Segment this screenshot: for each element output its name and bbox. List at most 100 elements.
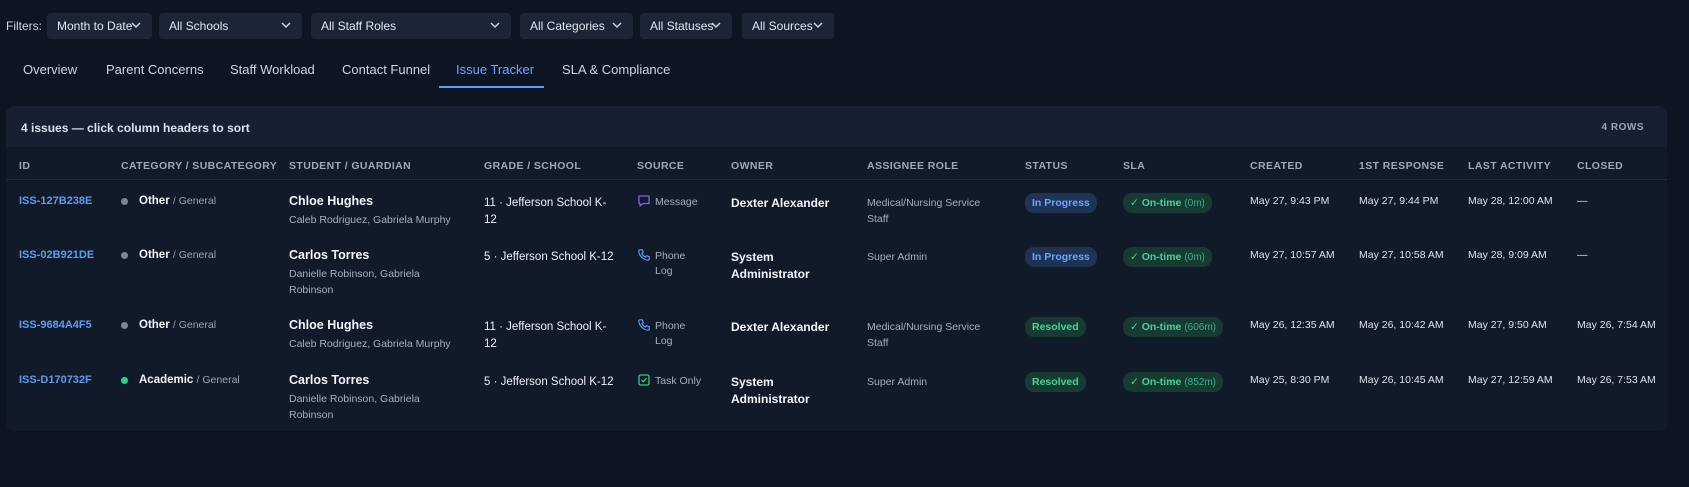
status-badge: Resolved xyxy=(1025,372,1086,392)
issue-id-link[interactable]: ISS-127B238E xyxy=(19,195,92,207)
grade-school: 11 · Jefferson School K-12 xyxy=(484,321,607,350)
guardian-names: Danielle Robinson, Gabriela Robinson xyxy=(289,393,420,421)
column-header-created[interactable]: CREATED xyxy=(1250,160,1303,172)
student-name: Chloe Hughes xyxy=(289,318,374,332)
guardian-names: Caleb Rodriguez, Gabriela Murphy xyxy=(289,338,451,350)
source-label: Task Only xyxy=(655,375,702,387)
student-name: Chloe Hughes xyxy=(289,194,374,208)
student-cell: Chloe Hughes Caleb Rodriguez, Gabriela M… xyxy=(289,194,474,228)
status-select[interactable]: All Statuses xyxy=(640,13,732,39)
subcategory-name: / General xyxy=(172,249,217,261)
closed-date: May 26, 7:53 AM xyxy=(1577,374,1656,386)
sla-cell: ✓ On-time (0m) xyxy=(1123,247,1212,267)
status-cell: Resolved xyxy=(1025,372,1086,392)
student-cell: Carlos Torres Danielle Robinson, Gabriel… xyxy=(289,248,439,298)
chevron-down-icon xyxy=(131,22,141,29)
tab-sla-compliance[interactable]: SLA & Compliance xyxy=(562,62,670,77)
column-header-grade[interactable]: GRADE / SCHOOL xyxy=(484,160,581,172)
student-cell: Carlos Torres Danielle Robinson, Gabriel… xyxy=(289,373,439,423)
status-cell: Resolved xyxy=(1025,317,1086,337)
first-response-date: May 27, 9:44 PM xyxy=(1359,195,1439,207)
subcategory-name: / General xyxy=(172,195,217,207)
sla-time: (0m) xyxy=(1184,252,1205,263)
sla-status: ✓ On-time xyxy=(1130,197,1182,209)
issues-panel: 4 issues — click column headers to sort … xyxy=(6,106,1667,431)
tab-overview[interactable]: Overview xyxy=(23,62,77,77)
closed-date: — xyxy=(1577,249,1588,261)
closed-date: May 26, 7:54 AM xyxy=(1577,319,1656,331)
issue-id-link[interactable]: ISS-9684A4F5 xyxy=(19,319,92,331)
subcategory-name: / General xyxy=(172,319,217,331)
column-header-owner[interactable]: OWNER xyxy=(731,160,773,172)
column-header-student[interactable]: STUDENT / GUARDIAN xyxy=(289,160,411,172)
source-select[interactable]: All Sources xyxy=(742,13,834,39)
first-response-date: May 26, 10:45 AM xyxy=(1359,374,1444,386)
column-header-source[interactable]: SOURCE xyxy=(637,160,684,172)
chevron-down-icon xyxy=(711,22,721,29)
tab-staff-workload[interactable]: Staff Workload xyxy=(230,62,315,77)
category-cell: Other / General xyxy=(121,319,281,333)
grade-school: 5 · Jefferson School K-12 xyxy=(484,376,614,388)
source-cell: Phone Log xyxy=(637,249,717,279)
sla-time: (852m) xyxy=(1184,377,1216,388)
column-header-assignee-role[interactable]: ASSIGNEE ROLE xyxy=(867,160,959,172)
created-date: May 27, 10:57 AM xyxy=(1250,249,1335,261)
category-cell: Other / General xyxy=(121,195,281,209)
panel-title: 4 issues — click column headers to sort xyxy=(21,121,250,135)
chevron-down-icon xyxy=(490,22,500,29)
category-name: Other xyxy=(139,319,170,331)
category-dot xyxy=(121,377,128,384)
column-header-closed[interactable]: CLOSED xyxy=(1577,160,1623,172)
sla-cell: ✓ On-time (0m) xyxy=(1123,193,1212,213)
column-header-id[interactable]: ID xyxy=(19,160,30,172)
staff-role-select[interactable]: All Staff Roles xyxy=(311,13,511,39)
guardian-names: Caleb Rodriguez, Gabriela Murphy xyxy=(289,214,451,226)
source-cell: Message xyxy=(637,195,717,225)
column-header-category[interactable]: CATEGORY / SUBCATEGORY xyxy=(121,160,277,172)
source-label: Phone Log xyxy=(655,320,686,347)
staff-role-value: All Staff Roles xyxy=(321,19,397,33)
filters-bar: Filters: Month to Date All Schools All S… xyxy=(0,13,1689,39)
category-select[interactable]: All Categories xyxy=(520,13,633,39)
date-range-select[interactable]: Month to Date xyxy=(47,13,152,39)
sla-badge: ✓ On-time (0m) xyxy=(1123,247,1212,267)
issue-id-link[interactable]: ISS-D170732F xyxy=(19,374,92,386)
last-activity-date: May 28, 12:00 AM xyxy=(1468,195,1553,207)
guardian-names: Danielle Robinson, Gabriela Robinson xyxy=(289,268,420,296)
header-divider xyxy=(6,179,1667,180)
column-header-first-response[interactable]: 1ST RESPONSE xyxy=(1359,160,1444,172)
date-range-value: Month to Date xyxy=(57,19,133,33)
last-activity-date: May 27, 12:59 AM xyxy=(1468,374,1553,386)
category-dot xyxy=(121,252,128,259)
assignee-role: Super Admin xyxy=(867,376,928,388)
source-cell: Phone Log xyxy=(637,319,717,349)
closed-date: — xyxy=(1577,195,1588,207)
column-header-status[interactable]: STATUS xyxy=(1025,160,1068,172)
phone-icon xyxy=(638,249,650,261)
column-header-sla[interactable]: SLA xyxy=(1123,160,1145,172)
issue-id-link[interactable]: ISS-02B921DE xyxy=(19,249,94,261)
created-date: May 25, 8:30 PM xyxy=(1250,374,1330,386)
status-cell: In Progress xyxy=(1025,247,1097,267)
first-response-date: May 26, 10:42 AM xyxy=(1359,319,1444,331)
sla-cell: ✓ On-time (606m) xyxy=(1123,317,1223,337)
sla-badge: ✓ On-time (606m) xyxy=(1123,317,1223,337)
subcategory-name: / General xyxy=(196,374,240,386)
tab-parent-concerns[interactable]: Parent Concerns xyxy=(106,62,204,77)
column-header-last-activity[interactable]: LAST ACTIVITY xyxy=(1468,160,1551,172)
school-select[interactable]: All Schools xyxy=(159,13,302,39)
student-name: Carlos Torres xyxy=(289,373,370,387)
tab-contact-funnel[interactable]: Contact Funnel xyxy=(342,62,430,77)
panel-header: 4 issues — click column headers to sort … xyxy=(6,106,1667,147)
filters-label: Filters: xyxy=(6,19,42,33)
status-badge: Resolved xyxy=(1025,317,1086,337)
source-label: Phone Log xyxy=(655,250,686,277)
created-date: May 27, 9:43 PM xyxy=(1250,195,1330,207)
sla-badge: ✓ On-time (0m) xyxy=(1123,193,1212,213)
sla-time: (0m) xyxy=(1184,198,1205,209)
sla-status: ✓ On-time xyxy=(1130,251,1182,263)
tab-issue-tracker[interactable]: Issue Tracker xyxy=(456,62,534,77)
category-cell: Other / General xyxy=(121,249,281,263)
status-badge: In Progress xyxy=(1025,247,1097,267)
first-response-date: May 27, 10:58 AM xyxy=(1359,249,1444,261)
